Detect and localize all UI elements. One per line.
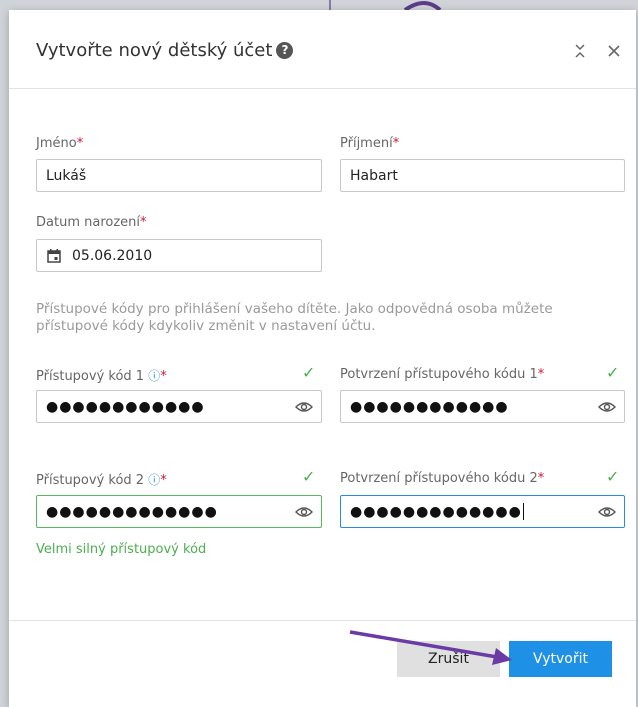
confirm-code-1-label: Potvrzení přístupového kódu 1* [340,367,545,382]
calendar-icon[interactable] [46,248,62,264]
create-child-account-dialog: Vytvořte nový dětský účet? Jméno* Lukáš … [9,10,636,707]
access-code-2-label: Přístupový kód 2 ⓘ* [36,473,167,488]
check-icon: ✓ [302,467,316,486]
dialog-header: Vytvořte nový dětský účet? [9,10,636,89]
access-code-2-input[interactable]: ●●●●●●●●●●●●● [36,495,322,528]
help-icon[interactable]: ? [276,42,294,59]
first-name-label: Jméno* [36,136,84,151]
check-icon: ✓ [606,363,620,382]
text-cursor [522,503,524,520]
info-icon[interactable]: ⓘ [148,473,160,487]
birth-date-input[interactable]: 05.06.2010 [36,239,322,272]
create-button[interactable]: Vytvořit [509,641,612,677]
access-codes-note: Přístupové kódy pro přihlášení vašeho dí… [36,301,553,334]
confirm-code-1-input[interactable]: ●●●●●●●●●●●● [340,390,625,423]
info-icon[interactable]: ⓘ [148,369,160,383]
collapse-icon[interactable] [571,42,589,60]
show-password-icon[interactable] [295,399,313,415]
check-icon: ✓ [302,363,316,382]
first-name-input[interactable]: Lukáš [36,159,322,192]
access-code-1-input[interactable]: ●●●●●●●●●●●● [36,390,322,423]
show-password-icon[interactable] [598,399,616,415]
last-name-input[interactable]: Habart [340,159,625,192]
dialog-footer-divider [9,620,636,621]
close-icon[interactable] [605,42,623,60]
check-icon: ✓ [606,467,620,486]
password-strength-text: Velmi silný přístupový kód [36,542,207,557]
cancel-button[interactable]: Zrušit [397,641,500,677]
access-code-1-label: Přístupový kód 1 ⓘ* [36,369,167,384]
confirm-code-2-input[interactable]: ●●●●●●●●●●●●● [340,495,625,528]
show-password-icon[interactable] [598,504,616,520]
last-name-label: Příjmení* [340,136,400,151]
show-password-icon[interactable] [295,504,313,520]
dialog-title: Vytvořte nový dětský účet? [36,40,294,61]
birth-date-label: Datum narození* [36,215,147,230]
confirm-code-2-label: Potvrzení přístupového kódu 2* [340,471,545,486]
